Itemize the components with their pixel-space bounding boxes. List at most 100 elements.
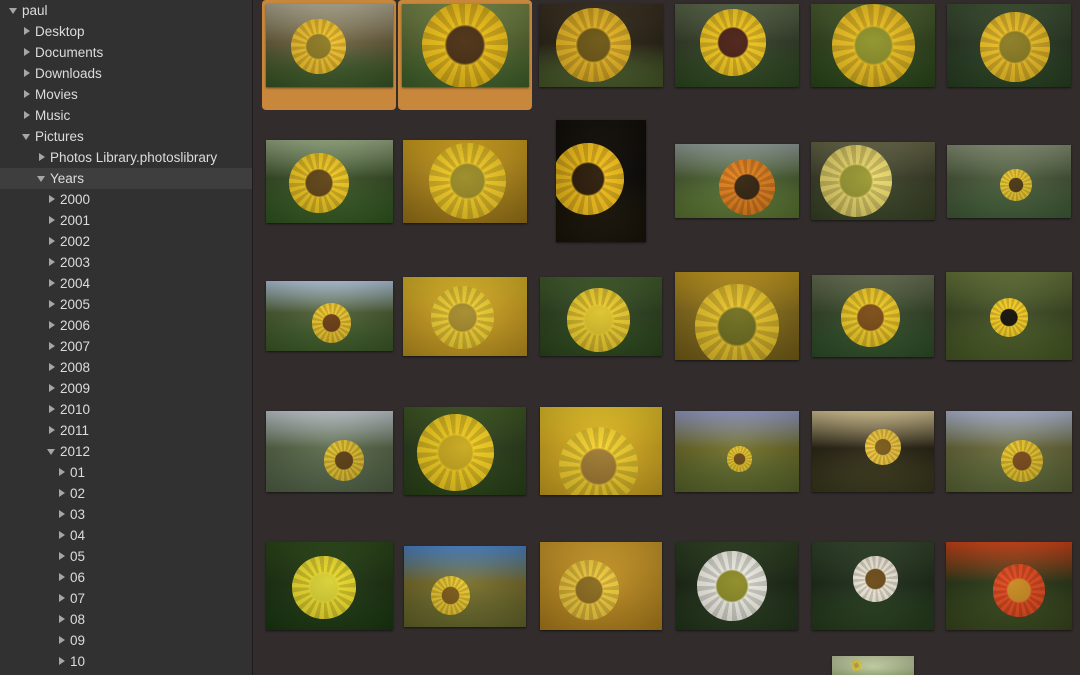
photo-cell[interactable] xyxy=(675,272,799,360)
sidebar-item-10[interactable]: 10 xyxy=(0,651,252,672)
photo-cell[interactable] xyxy=(556,120,646,242)
photo-thumbnail[interactable] xyxy=(540,276,662,356)
chevron-right-icon[interactable] xyxy=(46,194,57,205)
sidebar-item-2011[interactable]: 2011 xyxy=(0,420,252,441)
chevron-right-icon[interactable] xyxy=(56,551,67,562)
sidebar-item-2000[interactable]: 2000 xyxy=(0,189,252,210)
sidebar-item-photos-library-photoslibrary[interactable]: Photos Library.photoslibrary xyxy=(0,147,252,168)
sidebar-item-2007[interactable]: 2007 xyxy=(0,336,252,357)
photo-thumbnail[interactable] xyxy=(265,542,393,630)
chevron-right-icon[interactable] xyxy=(56,509,67,520)
chevron-right-icon[interactable] xyxy=(46,425,57,436)
sidebar-item-2010[interactable]: 2010 xyxy=(0,399,252,420)
photo-thumbnail[interactable] xyxy=(832,656,914,675)
photo-cell[interactable] xyxy=(811,3,935,87)
chevron-right-icon[interactable] xyxy=(46,215,57,226)
photo-cell[interactable] xyxy=(403,276,527,356)
sidebar-item-2002[interactable]: 2002 xyxy=(0,231,252,252)
sidebar-item-years[interactable]: Years xyxy=(0,168,252,189)
chevron-right-icon[interactable] xyxy=(46,236,57,247)
photo-thumbnail[interactable] xyxy=(812,275,934,357)
photo-cell[interactable] xyxy=(675,3,799,87)
photo-thumbnail[interactable] xyxy=(811,142,935,220)
photo-cell[interactable] xyxy=(946,542,1072,630)
sidebar-item-01[interactable]: 01 xyxy=(0,462,252,483)
sidebar-item-downloads[interactable]: Downloads xyxy=(0,63,252,84)
photo-cell[interactable] xyxy=(812,275,934,357)
chevron-right-icon[interactable] xyxy=(56,593,67,604)
photo-cell[interactable] xyxy=(403,139,527,223)
chevron-right-icon[interactable] xyxy=(46,278,57,289)
sidebar-item-08[interactable]: 08 xyxy=(0,609,252,630)
photo-thumbnail[interactable] xyxy=(404,407,526,495)
sidebar-item-2008[interactable]: 2008 xyxy=(0,357,252,378)
sidebar-item-desktop[interactable]: Desktop xyxy=(0,21,252,42)
chevron-right-icon[interactable] xyxy=(21,47,32,58)
chevron-right-icon[interactable] xyxy=(21,26,32,37)
photo-cell[interactable] xyxy=(265,542,393,630)
chevron-right-icon[interactable] xyxy=(46,383,57,394)
photo-cell[interactable] xyxy=(265,281,393,351)
chevron-right-icon[interactable] xyxy=(21,68,32,79)
photo-thumbnail[interactable] xyxy=(675,3,799,87)
chevron-right-icon[interactable] xyxy=(56,635,67,646)
chevron-right-icon[interactable] xyxy=(56,467,67,478)
photo-thumbnail[interactable] xyxy=(812,410,934,492)
sidebar-item-09[interactable]: 09 xyxy=(0,630,252,651)
chevron-right-icon[interactable] xyxy=(36,152,47,163)
photo-cell[interactable] xyxy=(540,407,662,495)
photo-thumbnail[interactable] xyxy=(675,272,799,360)
sidebar-item-paul[interactable]: paul xyxy=(0,0,252,21)
photo-grid-area[interactable] xyxy=(253,0,1080,675)
photo-cell[interactable] xyxy=(540,276,662,356)
sidebar-item-2003[interactable]: 2003 xyxy=(0,252,252,273)
photo-thumbnail[interactable] xyxy=(946,542,1072,630)
photo-cell[interactable] xyxy=(811,142,935,220)
photo-thumbnail[interactable] xyxy=(403,276,527,356)
photo-thumbnail[interactable] xyxy=(947,3,1071,87)
photo-thumbnail[interactable] xyxy=(404,545,526,627)
sidebar-item-pictures[interactable]: Pictures xyxy=(0,126,252,147)
chevron-down-icon[interactable] xyxy=(21,131,32,142)
sidebar-item-music[interactable]: Music xyxy=(0,105,252,126)
photo-cell[interactable] xyxy=(832,656,914,675)
photo-thumbnail[interactable] xyxy=(265,281,393,351)
photo-thumbnail[interactable] xyxy=(539,3,663,87)
photo-thumbnail[interactable] xyxy=(675,410,799,492)
sidebar-item-2005[interactable]: 2005 xyxy=(0,294,252,315)
chevron-right-icon[interactable] xyxy=(46,299,57,310)
photo-thumbnail[interactable] xyxy=(946,410,1072,492)
photo-cell[interactable] xyxy=(404,545,526,627)
sidebar-item-04[interactable]: 04 xyxy=(0,525,252,546)
sidebar-folder-tree[interactable]: paul Desktop Documents Downloads Movies Music… xyxy=(0,0,253,675)
sidebar-item-07[interactable]: 07 xyxy=(0,588,252,609)
photo-cell[interactable] xyxy=(946,272,1072,360)
photo-thumbnail[interactable] xyxy=(265,139,393,223)
chevron-right-icon[interactable] xyxy=(56,488,67,499)
photo-thumbnail[interactable] xyxy=(540,407,662,495)
photo-thumbnail[interactable] xyxy=(947,144,1071,218)
sidebar-item-2004[interactable]: 2004 xyxy=(0,273,252,294)
photo-thumbnail[interactable] xyxy=(946,272,1072,360)
photo-thumbnail[interactable] xyxy=(540,542,662,630)
photo-cell[interactable] xyxy=(812,410,934,492)
chevron-right-icon[interactable] xyxy=(46,341,57,352)
chevron-down-icon[interactable] xyxy=(8,5,19,16)
sidebar-item-02[interactable]: 02 xyxy=(0,483,252,504)
photo-cell[interactable] xyxy=(947,144,1071,218)
chevron-right-icon[interactable] xyxy=(46,257,57,268)
photo-cell[interactable] xyxy=(812,542,934,630)
sidebar-item-2001[interactable]: 2001 xyxy=(0,210,252,231)
photo-cell[interactable] xyxy=(404,407,526,495)
photo-cell[interactable] xyxy=(540,542,662,630)
photo-thumbnail[interactable] xyxy=(675,144,799,218)
sidebar-item-05[interactable]: 05 xyxy=(0,546,252,567)
photo-cell[interactable] xyxy=(947,3,1071,87)
photo-cell[interactable] xyxy=(676,542,798,630)
chevron-down-icon[interactable] xyxy=(36,173,47,184)
photo-thumbnail[interactable] xyxy=(265,410,393,492)
chevron-right-icon[interactable] xyxy=(46,362,57,373)
sidebar-item-2009[interactable]: 2009 xyxy=(0,378,252,399)
photo-thumbnail[interactable] xyxy=(403,139,527,223)
chevron-right-icon[interactable] xyxy=(56,572,67,583)
